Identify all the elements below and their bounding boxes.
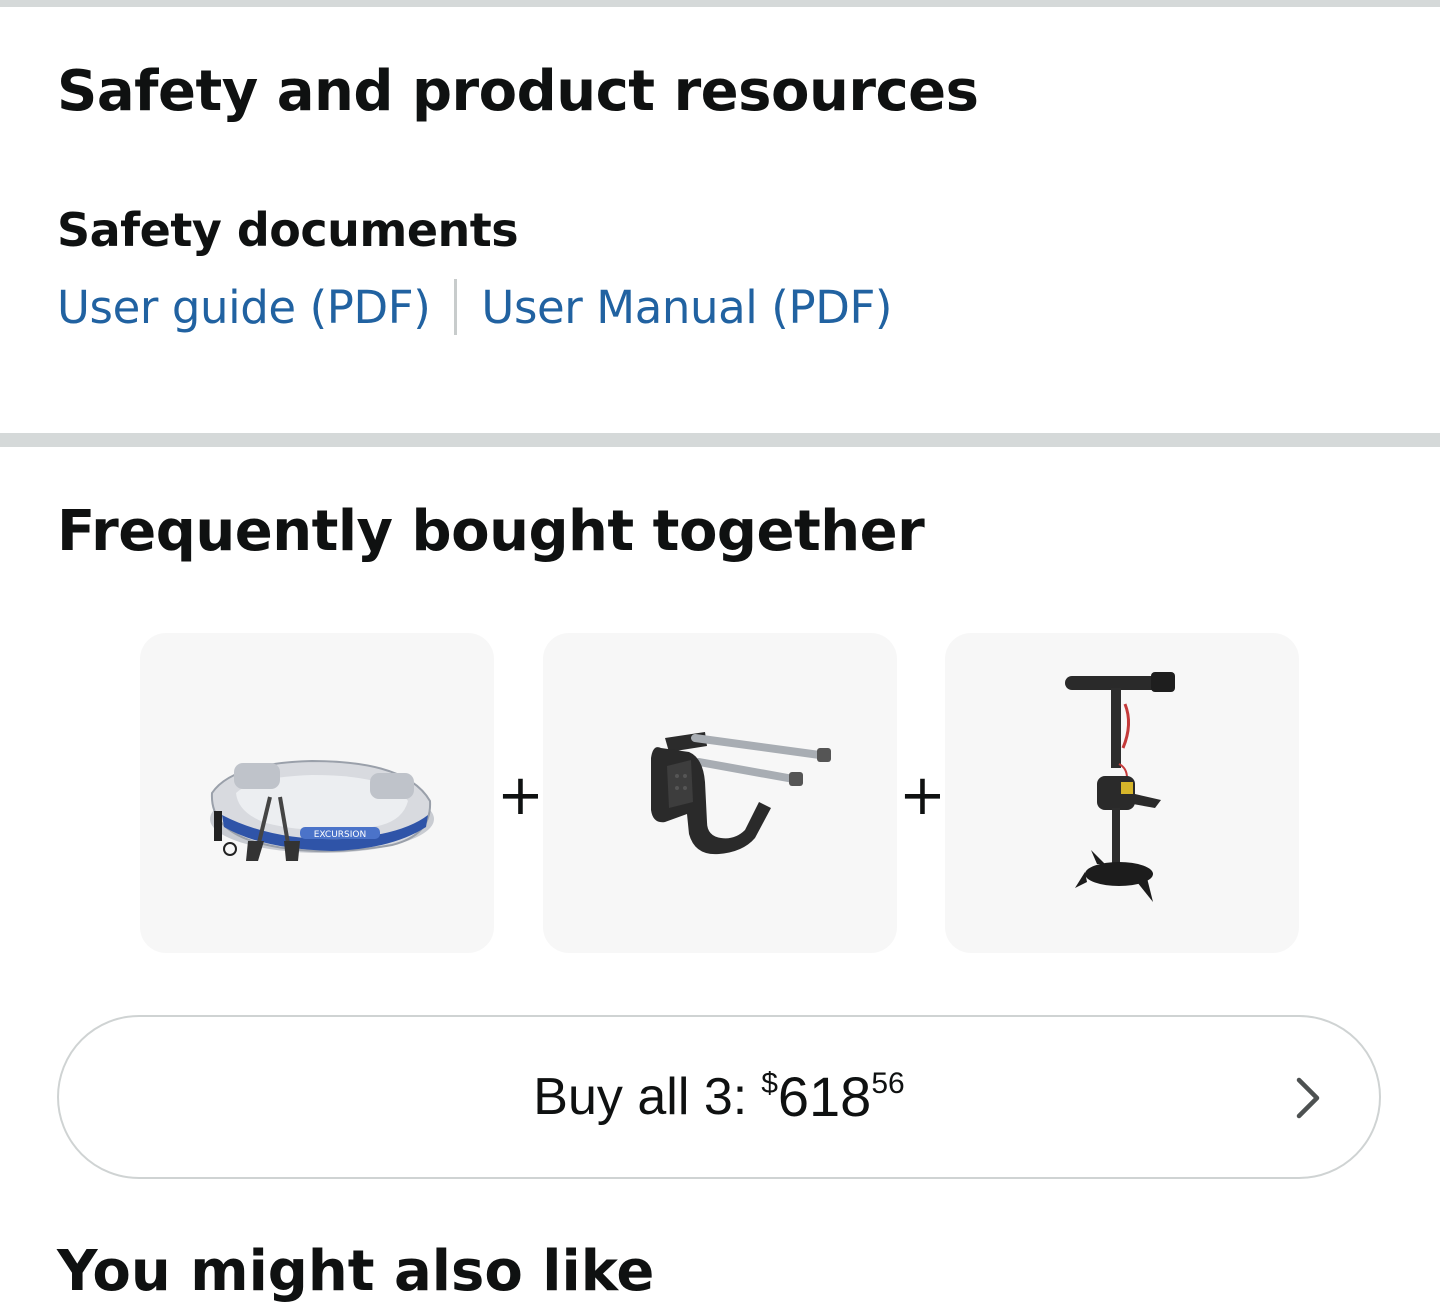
svg-text:EXCURSION: EXCURSION — [314, 830, 367, 840]
safety-document-links: User guide (PDF) User Manual (PDF) — [57, 276, 892, 338]
product-tile-boat[interactable]: EXCURSION — [140, 633, 494, 953]
frequently-bought-together-heading: Frequently bought together — [57, 499, 925, 564]
motor-mount-image — [651, 732, 831, 855]
buy-all-label-group: Buy all 3: $ 618 56 — [533, 1067, 904, 1127]
buy-all-label: Buy all 3: — [533, 1068, 748, 1126]
product-tile-mount[interactable] — [543, 633, 897, 953]
chevron-right-icon — [1296, 1077, 1320, 1119]
plus-sign: + — [497, 763, 544, 828]
safety-resources-heading: Safety and product resources — [57, 59, 979, 124]
user-guide-pdf-link[interactable]: User guide (PDF) — [57, 281, 431, 334]
section-divider — [0, 0, 1440, 7]
buy-all-button[interactable]: Buy all 3: $ 618 56 — [57, 1015, 1381, 1179]
plus-sign: + — [899, 763, 946, 828]
user-manual-pdf-link[interactable]: User Manual (PDF) — [481, 281, 892, 334]
price-whole: 618 — [777, 1065, 872, 1128]
link-separator — [454, 279, 458, 335]
safety-documents-subheading: Safety documents — [57, 203, 519, 257]
product-tile-trolling-motor[interactable] — [945, 633, 1299, 953]
next-section-heading: You might also like — [57, 1239, 655, 1304]
section-divider — [0, 433, 1440, 447]
price-currency: $ — [761, 1067, 778, 1100]
trolling-motor-image — [1065, 672, 1175, 902]
inflatable-boat-image: EXCURSION — [210, 759, 434, 861]
price-fraction: 56 — [871, 1067, 905, 1100]
